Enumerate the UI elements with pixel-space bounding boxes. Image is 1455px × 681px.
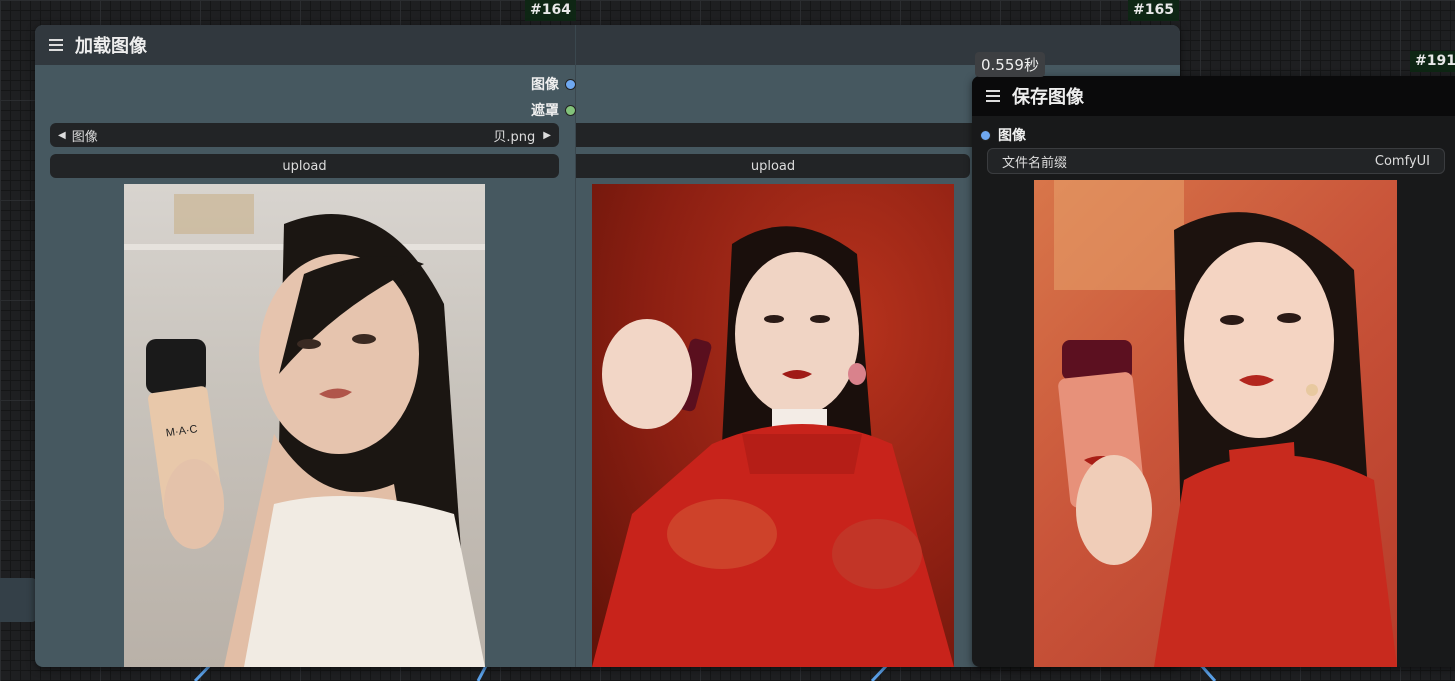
background-node-fragment [0, 578, 36, 622]
arrow-left-icon[interactable]: ◀ [58, 130, 66, 141]
node-id-badge: #165 [1128, 0, 1179, 21]
filename-prefix-field[interactable]: 文件名前缀 ComfyUI [987, 148, 1445, 174]
node-header[interactable]: 保存图像 [972, 76, 1455, 116]
combo-value: 贝.png [493, 129, 536, 145]
input-dot[interactable] [980, 129, 991, 141]
upload-button[interactable]: upload [50, 154, 559, 178]
image-preview-2 [592, 184, 954, 667]
portrait-graphic: M·A·C [124, 194, 485, 667]
node-title: 保存图像 [1012, 87, 1084, 108]
image-preview: M·A·C [124, 184, 485, 667]
portrait-graphic [1054, 180, 1397, 667]
node-id-badge: #191 [1410, 51, 1455, 72]
input-image[interactable]: 图像 [980, 125, 1026, 145]
input-label: 图像 [998, 128, 1026, 144]
image-preview [1034, 180, 1397, 667]
menu-icon[interactable] [49, 39, 65, 51]
output-dot[interactable] [565, 78, 576, 90]
column-divider [575, 25, 576, 667]
execution-time-label: 0.559秒 [975, 52, 1045, 77]
output-dot[interactable] [565, 104, 576, 116]
upload-button-2[interactable]: upload [576, 154, 970, 178]
output-label: 遮罩 [531, 103, 559, 119]
combo-label: 图像 [71, 129, 98, 145]
arrow-right-icon[interactable]: ▶ [543, 130, 551, 141]
field-value: ComfyUI [1374, 153, 1430, 169]
image-select-combo[interactable]: ◀ 图像 贝.png ▶ [50, 123, 559, 147]
portrait-graphic [592, 226, 954, 667]
output-image[interactable]: 图像 [531, 74, 576, 94]
output-mask[interactable]: 遮罩 [531, 100, 576, 120]
output-label: 图像 [531, 77, 559, 93]
field-label: 文件名前缀 [1002, 155, 1068, 171]
node-id-badge: #164 [525, 0, 576, 21]
save-image-node[interactable]: 保存图像 图像 文件名前缀 ComfyUI [972, 76, 1455, 667]
node-title: 加载图像 [75, 36, 147, 57]
menu-icon[interactable] [986, 90, 1002, 102]
